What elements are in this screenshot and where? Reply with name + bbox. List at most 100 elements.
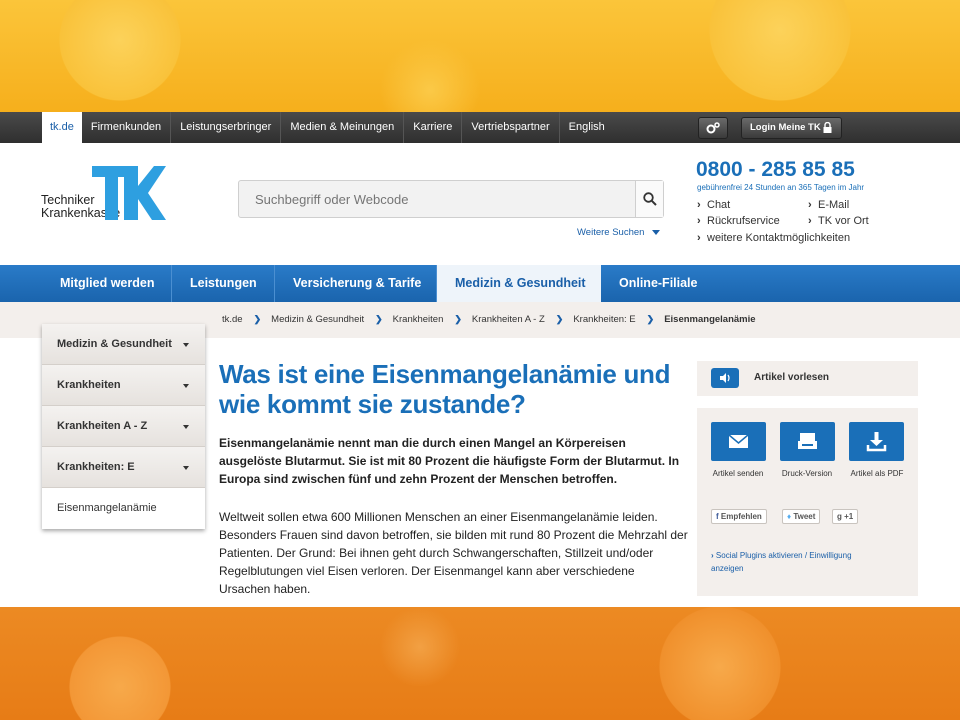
search-button[interactable] [635, 181, 663, 217]
main-navigation: Mitglied werden Leistungen Versicherung … [0, 265, 960, 302]
social-plugins-label: Social Plugins aktivieren / Einwilligung… [711, 551, 852, 573]
contact-more-label: weitere Kontaktmöglichkeiten [707, 232, 851, 244]
article-lead: Eisenmangelanämie nennt man die durch ei… [219, 436, 680, 486]
meta-nav-item-tk-de[interactable]: tk.de [42, 112, 82, 143]
breadcrumb-item[interactable]: Krankheiten [393, 314, 444, 325]
chevron-down-icon [183, 384, 189, 388]
breadcrumb-item[interactable]: Krankheiten A - Z [472, 314, 545, 325]
breadcrumb-item[interactable]: Krankheiten: E [573, 314, 635, 325]
chevron-right-icon: › [697, 215, 701, 227]
social-plugins-link[interactable]: › Social Plugins aktivieren / Einwilligu… [711, 549, 881, 575]
meta-nav-list: tk.de Firmenkunden Leistungserbringer Me… [42, 112, 614, 143]
send-article-label: Artikel senden [712, 469, 764, 478]
chevron-down-icon [183, 466, 189, 470]
hotline-number[interactable]: 0800 - 285 85 85 [696, 158, 855, 182]
search-input[interactable] [239, 181, 635, 217]
chevron-down-icon [183, 425, 189, 429]
sidenav-item-krankheiten-e[interactable]: Krankheiten: E [42, 447, 205, 488]
read-aloud-button[interactable] [711, 368, 739, 388]
envelope-icon [728, 434, 749, 448]
breadcrumb-item[interactable]: Medizin & Gesundheit [271, 314, 364, 325]
contact-more-link[interactable]: › weitere Kontaktmöglichkeiten [697, 232, 850, 244]
chevron-right-icon: › [808, 215, 812, 227]
side-navigation: Medizin & Gesundheit Krankheiten Krankhe… [42, 324, 205, 529]
contact-email-label: E-Mail [818, 199, 850, 211]
sidenav-item-current[interactable]: Eisenmangelanämie [42, 488, 205, 529]
contact-chat-link[interactable]: › Chat [697, 199, 730, 211]
contact-email-link[interactable]: › E-Mail [808, 199, 849, 211]
more-search-link[interactable]: Weitere Suchen [577, 227, 661, 238]
gplus-button[interactable]: g +1 [832, 509, 859, 524]
nav-item-medizin[interactable]: Medizin & Gesundheit [437, 265, 601, 302]
chevron-right-icon: › [808, 199, 812, 211]
tweet-button[interactable]: ♦ Tweet [782, 509, 821, 524]
nav-item-versicherung[interactable]: Versicherung & Tarife [275, 265, 437, 302]
background-bottom [0, 607, 960, 720]
chevron-right-icon: › [711, 551, 714, 560]
print-version-label: Druck-Version [781, 469, 833, 478]
contact-callback-label: Rückrufservice [707, 215, 780, 227]
nav-item-online-filiale[interactable]: Online-Filiale [601, 265, 713, 302]
chevron-right-icon: › [697, 232, 701, 244]
chevron-right-icon: › [697, 199, 701, 211]
breadcrumb: tk.de ❯ Medizin & Gesundheit ❯ Krankheiten… [222, 314, 756, 325]
lock-icon [823, 122, 832, 133]
meta-nav-item-leistungserbringer[interactable]: Leistungserbringer [171, 112, 282, 143]
search-icon [642, 192, 657, 206]
breadcrumb-chevron-icon: ❯ [555, 314, 564, 324]
meta-nav-item-english[interactable]: English [560, 112, 614, 143]
breadcrumb-item[interactable]: tk.de [222, 314, 243, 325]
login-label: Login Meine TK [750, 122, 821, 133]
printer-icon [798, 433, 817, 449]
nav-item-mitglied-werden[interactable]: Mitglied werden [42, 265, 172, 302]
sidenav-label: Krankheiten [57, 379, 121, 391]
contact-chat-label: Chat [707, 199, 731, 211]
sidenav-item-krankheiten[interactable]: Krankheiten [42, 365, 205, 406]
contact-local-link[interactable]: › TK vor Ort [808, 215, 869, 227]
breadcrumb-chevron-icon: ❯ [454, 314, 462, 324]
read-aloud-label[interactable]: Artikel vorlesen [754, 372, 829, 383]
login-button[interactable]: Login Meine TK [741, 117, 842, 139]
background-top [0, 0, 960, 112]
nav-item-leistungen[interactable]: Leistungen [172, 265, 275, 302]
sidenav-label: Krankheiten: E [57, 461, 135, 473]
gear-icon [706, 122, 720, 134]
chevron-down-icon [183, 343, 189, 347]
article-body: Weltweit sollen etwa 600 Millionen Mensc… [219, 510, 688, 596]
sidenav-item-medizin[interactable]: Medizin & Gesundheit [42, 324, 205, 365]
breadcrumb-chevron-icon: ❯ [646, 314, 655, 324]
sidenav-item-krankheiten-a-z[interactable]: Krankheiten A - Z [42, 406, 205, 447]
chevron-down-icon [652, 229, 661, 235]
pdf-label: Artikel als PDF [850, 469, 904, 478]
contact-local-label: TK vor Ort [818, 215, 869, 227]
twitter-icon: ♦ [787, 512, 792, 521]
more-search-label: Weitere Suchen [577, 227, 645, 238]
breadcrumb-chevron-icon: ❯ [253, 314, 262, 324]
search-box [238, 180, 664, 218]
sidenav-label: Krankheiten A - Z [57, 420, 148, 432]
tk-logo-icon[interactable] [92, 166, 166, 220]
settings-button[interactable] [698, 117, 728, 139]
gplus-label: +1 [844, 512, 854, 521]
download-icon [866, 432, 887, 452]
send-article-button[interactable] [711, 422, 766, 461]
tweet-label: Tweet [793, 512, 816, 521]
meta-nav-item-vertriebspartner[interactable]: Vertriebspartner [462, 112, 560, 143]
facebook-icon: f [716, 512, 719, 521]
breadcrumb-chevron-icon: ❯ [375, 314, 383, 324]
print-version-button[interactable] [780, 422, 835, 461]
speaker-icon [720, 373, 730, 383]
page-title: Was ist eine Eisenmangelanämie und wie k… [219, 359, 671, 419]
main-nav-list: Mitglied werden Leistungen Versicherung … [42, 265, 713, 302]
hotline-note: gebührenfrei 24 Stunden an 365 Tagen im … [697, 183, 865, 192]
contact-callback-link[interactable]: › Rückrufservice [697, 215, 780, 227]
breadcrumb-current: Eisenmangelanämie [664, 314, 756, 325]
facebook-recommend-button[interactable]: f Empfehlen [711, 509, 767, 524]
facebook-label: Empfehlen [720, 512, 762, 521]
meta-nav-item-firmenkunden[interactable]: Firmenkunden [82, 112, 172, 143]
pdf-button[interactable] [849, 422, 904, 461]
meta-nav-item-karriere[interactable]: Karriere [404, 112, 463, 143]
sidenav-label: Medizin & Gesundheit [57, 338, 172, 350]
gplus-icon: g [837, 512, 842, 521]
meta-nav-item-medien[interactable]: Medien & Meinungen [281, 112, 405, 143]
